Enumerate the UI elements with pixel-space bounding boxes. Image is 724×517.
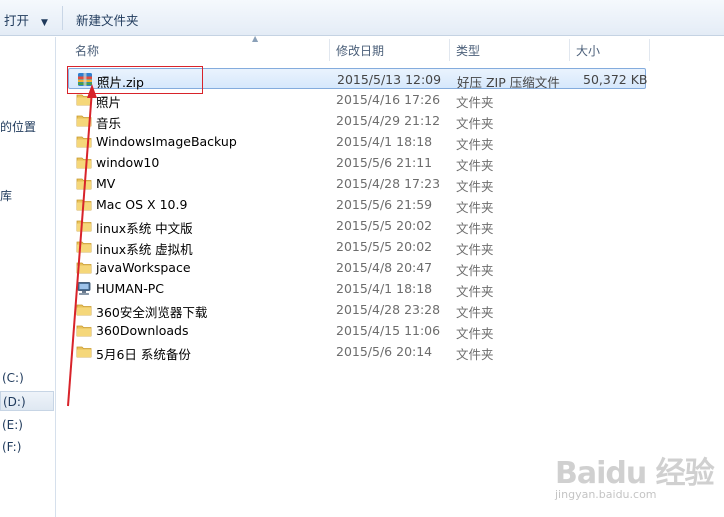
watermark-logo: Baidu 经验 [555, 456, 715, 491]
annotation-arrow [67, 84, 97, 407]
watermark-url: jingyan.baidu.com [555, 488, 657, 501]
baidu-watermark: Baidu 经验 jingyan.baidu.com [555, 448, 715, 508]
